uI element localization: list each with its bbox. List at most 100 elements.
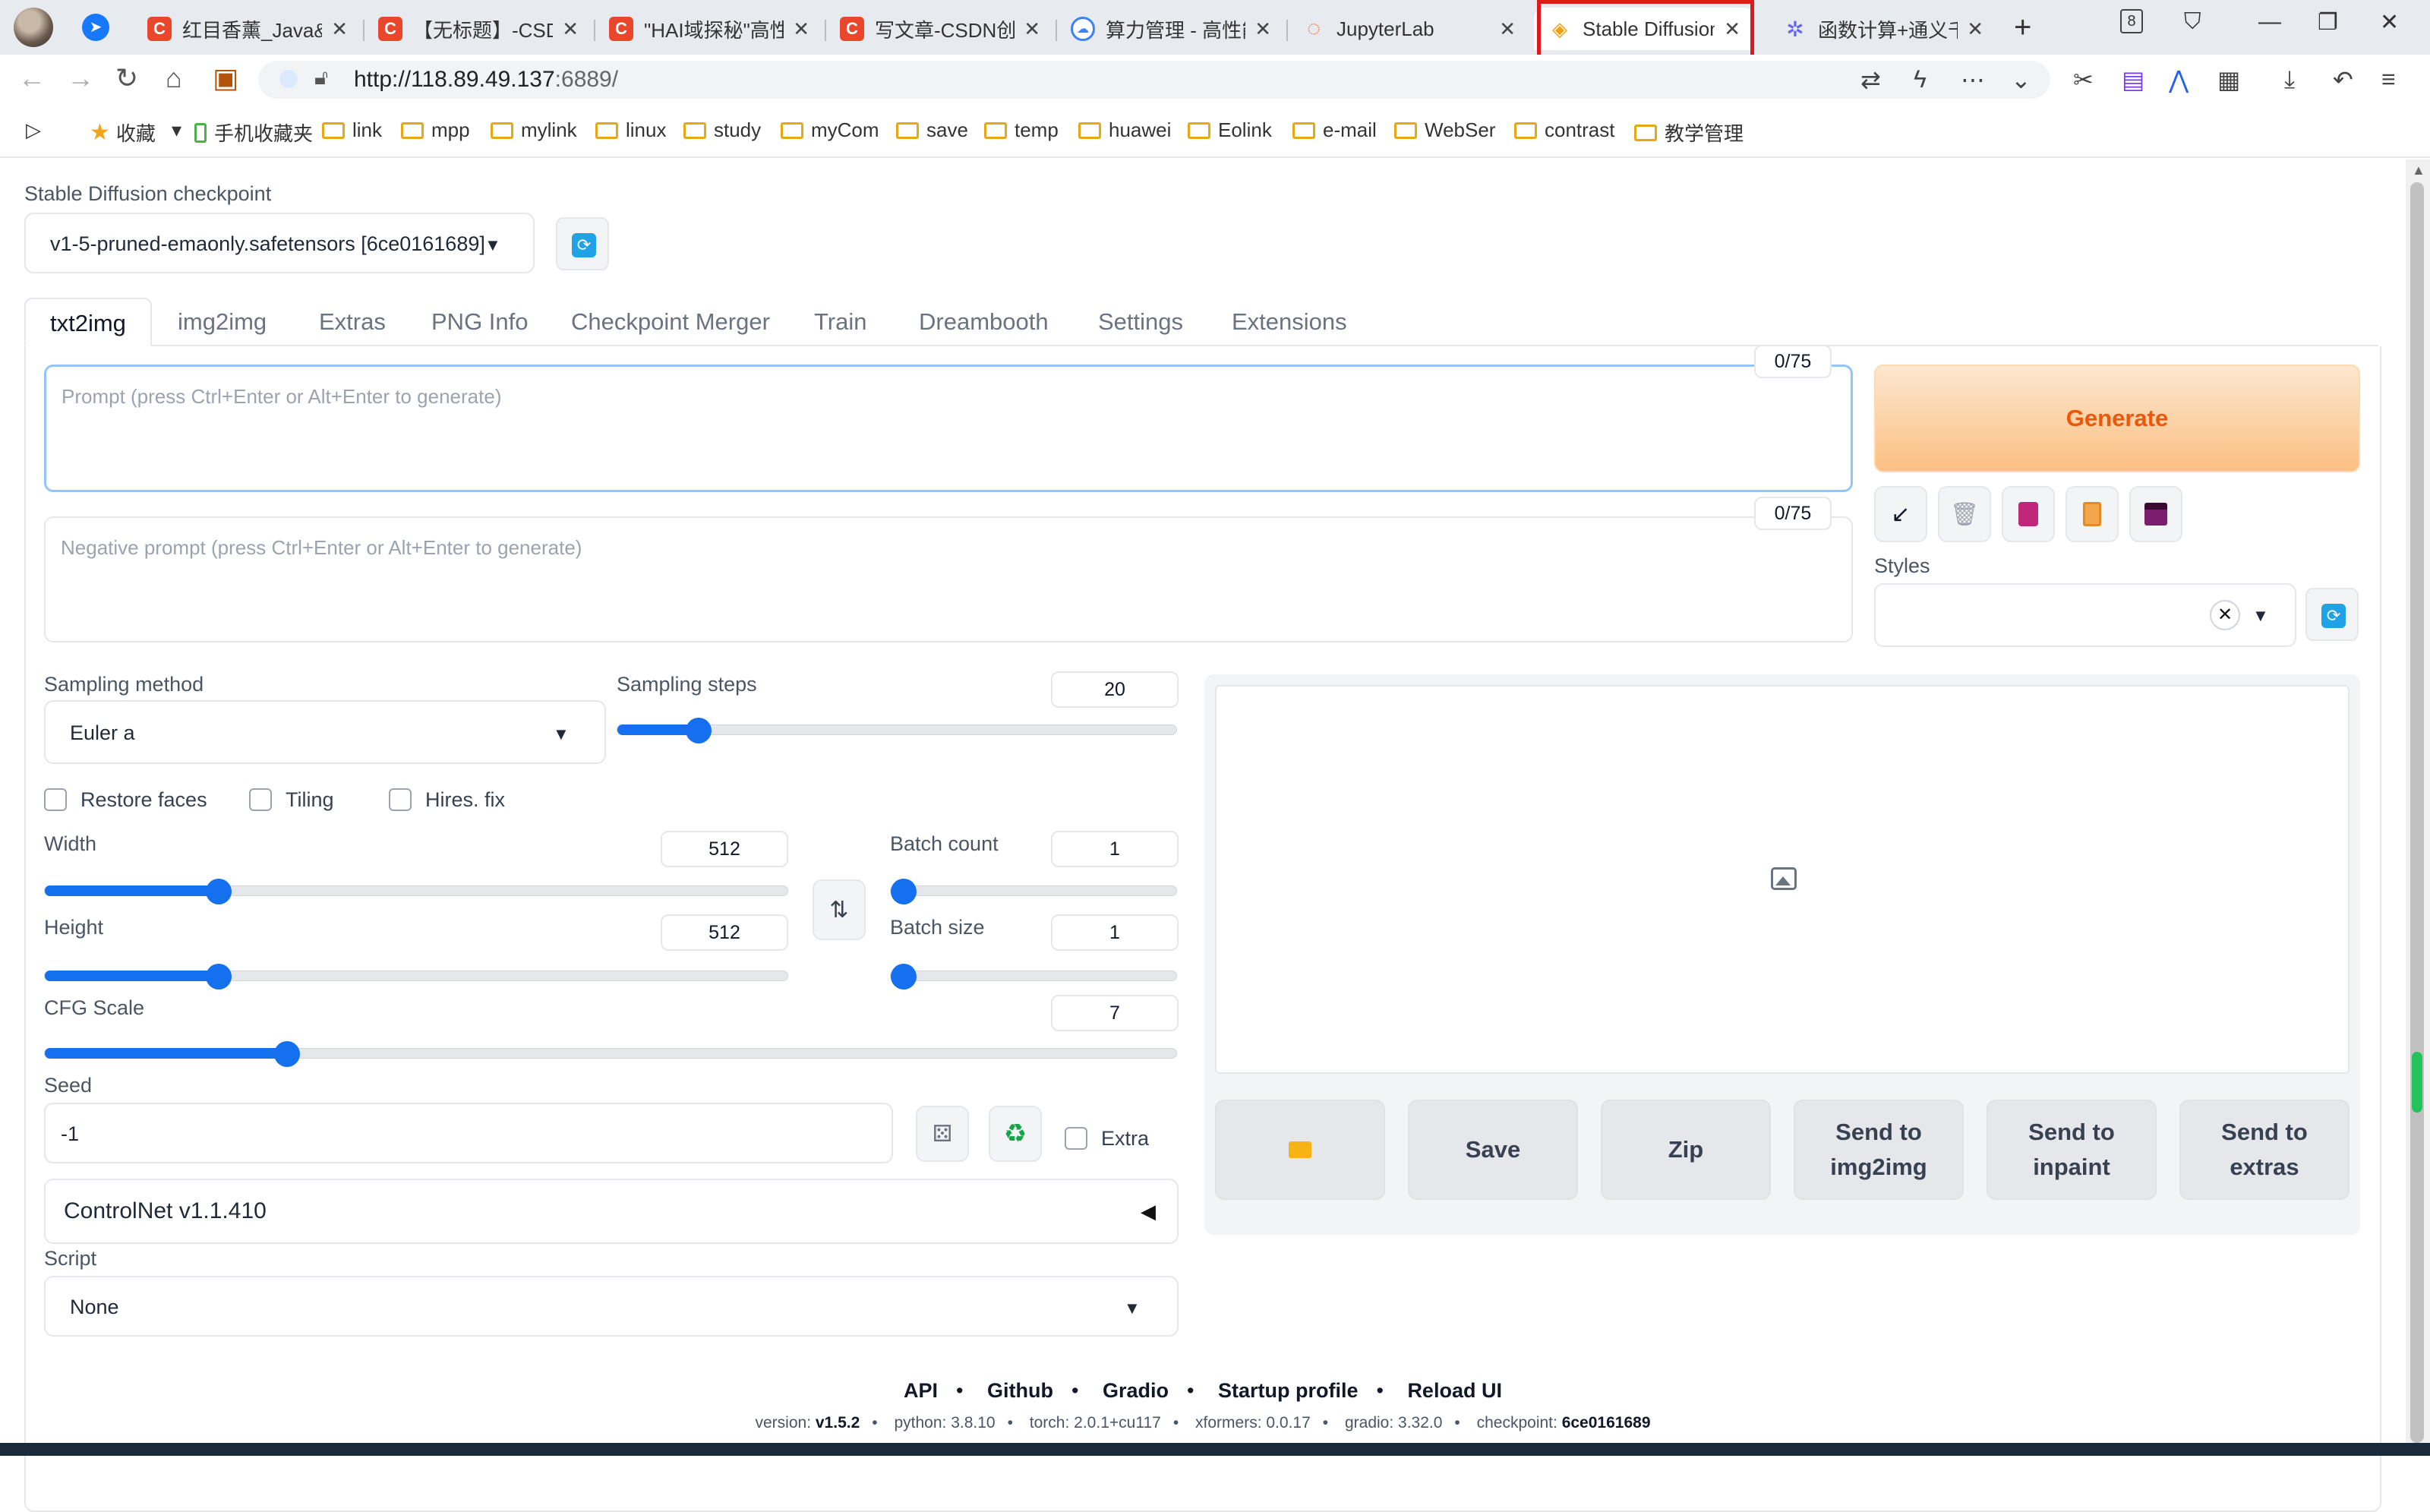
- bookmark-dropdown-icon[interactable]: ▾: [172, 118, 181, 142]
- read-params-button[interactable]: ↙: [1874, 486, 1927, 542]
- tab-settings[interactable]: Settings: [1098, 298, 1183, 346]
- url-field[interactable]: 🔓︎ http://118.89.49.137:6889/: [258, 61, 2050, 99]
- sampling-steps-value[interactable]: 20: [1051, 671, 1179, 708]
- insecure-lock-icon[interactable]: 🔓︎: [314, 65, 328, 90]
- tab-train[interactable]: Train: [814, 298, 866, 346]
- close-icon[interactable]: ✕: [1254, 17, 1271, 41]
- slider-knob[interactable]: [891, 879, 917, 904]
- batch-count-value[interactable]: 1: [1051, 831, 1179, 867]
- batch-count-slider[interactable]: [890, 879, 1177, 904]
- download-icon[interactable]: ⤓: [2284, 65, 2295, 94]
- controlnet-accordion[interactable]: ControlNet v1.1.410 ◀: [44, 1179, 1179, 1244]
- close-icon[interactable]: ✕: [331, 17, 348, 41]
- close-icon[interactable]: ✕: [1499, 17, 1516, 41]
- bookmark-folder[interactable]: huawei: [1078, 118, 1171, 142]
- scroll-up-icon[interactable]: ▲: [2412, 163, 2425, 178]
- slider-knob[interactable]: [274, 1041, 300, 1067]
- page-scrollbar[interactable]: ▲: [2406, 159, 2430, 1443]
- save-style-button[interactable]: [2129, 486, 2182, 542]
- scissors-icon[interactable]: ✂: [2073, 65, 2094, 94]
- bookmark-folder[interactable]: myCom: [781, 118, 879, 142]
- bookmark-folder[interactable]: WebSer: [1394, 118, 1495, 142]
- cfg-scale-slider[interactable]: [44, 1041, 1177, 1067]
- refresh-checkpoint-button[interactable]: ⟳: [556, 217, 609, 270]
- bookmark-folder[interactable]: e-mail: [1292, 118, 1377, 142]
- close-icon[interactable]: ✕: [793, 17, 809, 41]
- script-select[interactable]: None ▼: [44, 1276, 1179, 1337]
- footer-link-startup-profile[interactable]: Startup profile: [1218, 1379, 1359, 1402]
- tab-img2img[interactable]: img2img: [178, 298, 267, 346]
- extra-seed-checkbox[interactable]: [1065, 1127, 1087, 1150]
- footer-link-api[interactable]: API: [904, 1379, 938, 1402]
- height-slider[interactable]: [44, 964, 788, 990]
- tab-extensions[interactable]: Extensions: [1232, 298, 1347, 346]
- bookmark-mobile[interactable]: 手机收藏夹: [194, 118, 313, 147]
- random-seed-button[interactable]: ⚄: [916, 1106, 969, 1162]
- ai-icon[interactable]: ⋀: [2169, 65, 2189, 94]
- browser-tab[interactable]: C 【无标题】-CSD ✕: [364, 8, 592, 50]
- close-icon[interactable]: ✕: [1967, 17, 1983, 41]
- bookmark-folder[interactable]: mylink: [491, 118, 577, 142]
- zip-button[interactable]: Zip: [1601, 1100, 1771, 1200]
- tab-txt2img[interactable]: txt2img: [24, 298, 152, 346]
- minimize-icon[interactable]: —: [2258, 9, 2281, 35]
- browser-tab[interactable]: ◌ JupyterLab ✕: [1288, 8, 1529, 50]
- width-value[interactable]: 512: [661, 831, 788, 867]
- scrollbar-thumb[interactable]: [2410, 182, 2424, 1443]
- sampling-method-select[interactable]: Euler a ▼: [44, 700, 606, 764]
- refresh-styles-button[interactable]: ⟳: [2305, 588, 2359, 641]
- checkpoint-select[interactable]: v1-5-pruned-emaonly.safetensors [6ce0161…: [24, 213, 535, 273]
- tab-png-info[interactable]: PNG Info: [431, 298, 529, 346]
- bookmark-folder[interactable]: study: [683, 118, 761, 142]
- negative-prompt-input[interactable]: Negative prompt (press Ctrl+Enter or Alt…: [44, 516, 1853, 642]
- new-tab-plus-icon[interactable]: +: [2014, 11, 2031, 45]
- shirt-icon[interactable]: ⛉: [2184, 9, 2201, 35]
- bookmark-folder[interactable]: 教学管理: [1634, 118, 1744, 147]
- back-icon[interactable]: ←: [18, 62, 46, 94]
- translate-ext-icon[interactable]: ▤: [2122, 65, 2144, 94]
- apps-grid-icon[interactable]: ▦: [2217, 65, 2240, 94]
- cfg-scale-value[interactable]: 7: [1051, 995, 1179, 1031]
- translate-icon[interactable]: ⇄: [1860, 65, 1881, 94]
- browser-tab[interactable]: C 写文章-CSDN创作 ✕: [826, 8, 1054, 50]
- chevron-down-icon[interactable]: ⌄: [2011, 65, 2031, 94]
- styles-select[interactable]: ✕ ▼: [1874, 583, 2296, 647]
- browser-tab[interactable]: ☁ 算力管理 - 高性能 ✕: [1057, 8, 1285, 50]
- send-to-inpaint-button[interactable]: Send to inpaint: [1987, 1100, 2157, 1200]
- forward-icon[interactable]: →: [67, 62, 94, 94]
- tab-count-badge[interactable]: 8: [2120, 9, 2143, 33]
- footer-link-reload-ui[interactable]: Reload UI: [1407, 1379, 1502, 1402]
- bookmark-folder[interactable]: linux: [595, 118, 666, 142]
- tab-checkpoint-merger[interactable]: Checkpoint Merger: [571, 298, 770, 346]
- browser-tab[interactable]: C 红目香薰_Java& ✕: [134, 8, 361, 50]
- clear-styles-icon[interactable]: ✕: [2210, 600, 2240, 630]
- browser-tab[interactable]: C "HAI域探秘"高性 ✕: [595, 8, 823, 50]
- tab-dreambooth[interactable]: Dreambooth: [919, 298, 1049, 346]
- user-avatar[interactable]: [14, 8, 53, 47]
- tab-extras[interactable]: Extras: [319, 298, 386, 346]
- close-icon[interactable]: ✕: [562, 17, 579, 41]
- slider-knob[interactable]: [891, 964, 917, 990]
- restore-faces-checkbox[interactable]: [44, 788, 67, 811]
- briefcase-icon[interactable]: ▣: [213, 62, 238, 94]
- height-value[interactable]: 512: [661, 914, 788, 951]
- sidebar-toggle-icon[interactable]: ▷: [26, 118, 41, 142]
- extra-networks-button[interactable]: [2002, 486, 2055, 542]
- send-to-extras-button[interactable]: Send to extras: [2179, 1100, 2350, 1200]
- bolt-icon[interactable]: ϟ: [1914, 65, 1927, 93]
- reuse-seed-button[interactable]: ♻: [989, 1106, 1042, 1162]
- slider-knob[interactable]: [206, 879, 232, 904]
- sampling-steps-slider[interactable]: [617, 718, 1177, 743]
- bookmark-folder[interactable]: save: [896, 118, 968, 142]
- batch-size-slider[interactable]: [890, 964, 1177, 990]
- send-icon[interactable]: ➤: [82, 14, 109, 41]
- bookmark-folder[interactable]: link: [322, 118, 382, 142]
- slider-knob[interactable]: [206, 964, 232, 990]
- undo-icon[interactable]: ↶: [2333, 65, 2353, 94]
- restore-icon[interactable]: ❐: [2318, 9, 2338, 36]
- footer-link-gradio[interactable]: Gradio: [1103, 1379, 1169, 1402]
- slider-knob[interactable]: [686, 718, 712, 743]
- footer-link-github[interactable]: Github: [987, 1379, 1053, 1402]
- home-icon[interactable]: ⌂: [166, 62, 182, 94]
- bookmark-folder[interactable]: contrast: [1514, 118, 1615, 142]
